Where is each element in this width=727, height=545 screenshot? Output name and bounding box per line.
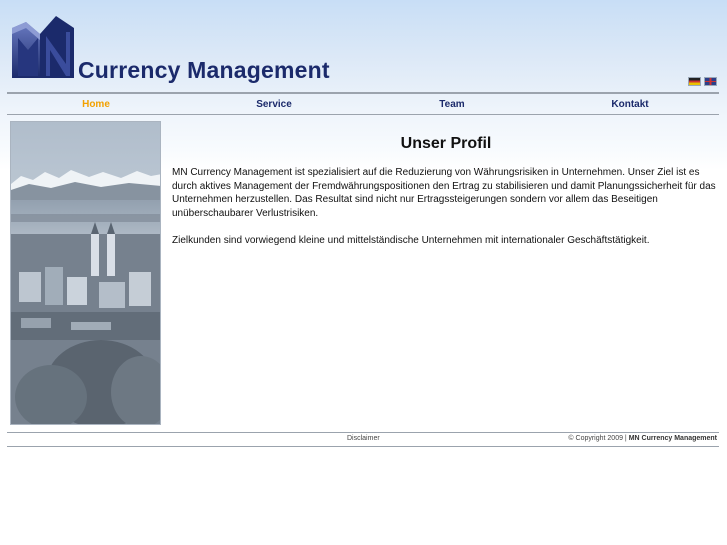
city-photo [10,121,161,425]
main-content: Unser Profil MN Currency Management ist … [172,121,720,248]
disclaimer-link[interactable]: Disclaimer [347,435,380,442]
copyright-company: MN Currency Management [628,435,717,442]
copyright-prefix: © Copyright 2009 | [568,435,627,442]
copyright-notice: © Copyright 2009 | MN Currency Managemen… [568,435,717,442]
target-clients-paragraph: Zielkunden sind vorwiegend kleine und mi… [172,234,650,246]
site-footer: Disclaimer © Copyright 2009 | MN Currenc… [7,432,719,447]
site-header: Currency Management [0,0,727,92]
logo-text[interactable]: Currency Management [78,57,330,84]
nav-item-home[interactable]: Home [7,99,185,110]
mn-logo-icon[interactable] [10,14,76,80]
main-navigation: Home Service Team Kontakt [7,92,719,115]
nav-item-service[interactable]: Service [185,99,363,110]
page-title: Unser Profil [400,135,492,152]
nav-item-kontakt[interactable]: Kontakt [541,99,719,110]
nav-item-team[interactable]: Team [363,99,541,110]
language-switcher [688,77,717,86]
profile-paragraph: MN Currency Management ist spezialisiert… [172,167,716,220]
german-flag-icon[interactable] [688,77,701,86]
english-flag-icon[interactable] [704,77,717,86]
